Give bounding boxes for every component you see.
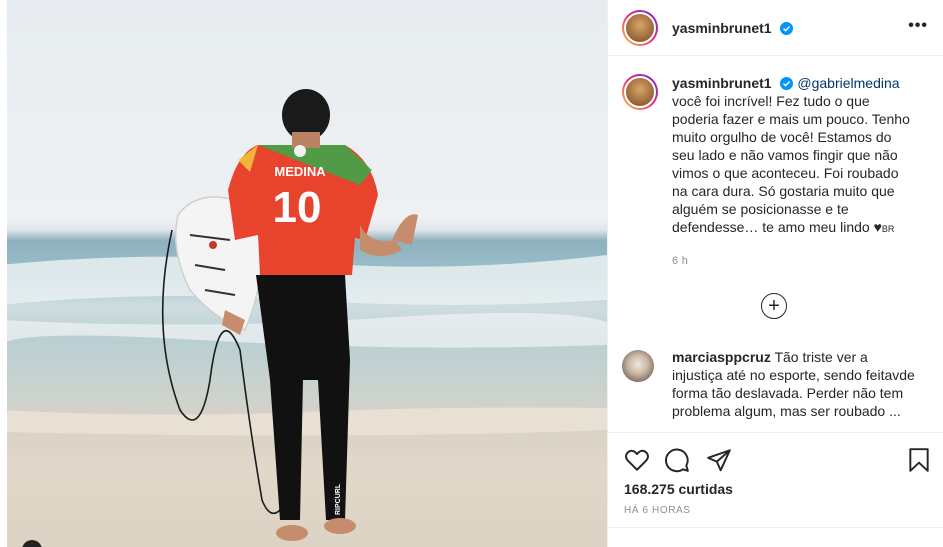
- caption-avatar[interactable]: [622, 74, 658, 110]
- post-timestamp[interactable]: HÁ 6 HORAS: [624, 505, 691, 516]
- post-photo[interactable]: MEDINA 10 RIPCURL: [0, 0, 607, 547]
- heart-icon[interactable]: [624, 447, 650, 473]
- comment-icon[interactable]: [664, 447, 690, 473]
- caption-body: yasminbrunet1 @gabrielmedina você foi in…: [672, 74, 917, 270]
- jersey-number: 10: [273, 183, 322, 232]
- share-icon[interactable]: [706, 447, 732, 473]
- post-side-panel: yasminbrunet1 ••• yasminbrunet1 @gabriel…: [607, 0, 943, 547]
- comment-body: marciasppcruz Tão triste ver a injustiça…: [672, 348, 917, 432]
- bookmark-icon[interactable]: [906, 447, 932, 473]
- heart-emoji: ♥: [873, 219, 882, 235]
- flag-emoji: BR: [881, 224, 895, 234]
- verified-badge-icon: [780, 77, 794, 90]
- load-more-comments-button[interactable]: +: [761, 293, 787, 319]
- surfer-illustration: MEDINA 10 RIPCURL: [0, 89, 607, 541]
- commenter-avatar[interactable]: [622, 350, 654, 382]
- likes-count[interactable]: 168.275 curtidas: [624, 481, 733, 497]
- caption-avatar-image: [624, 76, 656, 108]
- verified-badge-icon: [780, 21, 794, 35]
- wetsuit-brand: RIPCURL: [335, 483, 342, 515]
- commenter-username[interactable]: marciasppcruz: [672, 349, 771, 365]
- post-caption: yasminbrunet1 @gabrielmedina você foi in…: [622, 74, 932, 270]
- author-username[interactable]: yasminbrunet1: [672, 19, 794, 36]
- post-actions: 168.275 curtidas HÁ 6 HORAS: [608, 432, 943, 547]
- photo-edge: [0, 0, 7, 547]
- action-icons: [624, 447, 929, 473]
- comment-item: marciasppcruz Tão triste ver a injustiça…: [622, 348, 932, 432]
- caption-timestamp[interactable]: 6 h: [672, 252, 917, 270]
- caption-username[interactable]: yasminbrunet1: [672, 75, 772, 91]
- plus-icon: +: [768, 295, 780, 317]
- more-options-button[interactable]: •••: [908, 17, 928, 35]
- caption-mention-link[interactable]: @gabrielmedina: [797, 75, 899, 91]
- jersey-name: MEDINA: [274, 164, 326, 179]
- author-avatar-image: [624, 11, 656, 44]
- add-comment-divider: [608, 527, 943, 528]
- author-avatar[interactable]: [622, 9, 658, 46]
- post-header: yasminbrunet1 •••: [608, 0, 943, 56]
- author-username-text: yasminbrunet1: [672, 19, 772, 36]
- caption-text: você foi incrível! Fez tudo o que poderi…: [672, 93, 910, 235]
